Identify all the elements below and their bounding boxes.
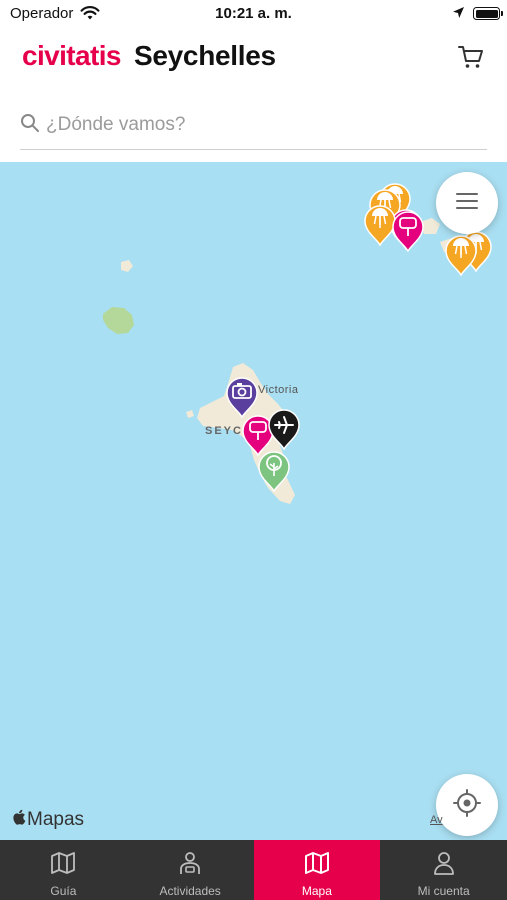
search-icon (20, 113, 40, 138)
destination-title: Seychelles (134, 40, 276, 71)
maps-attribution-text: Mapas (27, 809, 85, 830)
app-header: civitatis Seychelles (0, 30, 507, 88)
tab-label: Actividades (159, 884, 221, 898)
map-pin-photo[interactable] (225, 376, 259, 419)
map-view[interactable]: Victoria SEYC Mapas Av (0, 162, 507, 840)
crosshair-icon (452, 788, 482, 823)
map-menu-button[interactable] (436, 172, 498, 234)
map-icon (304, 851, 330, 880)
status-bar: Operador 10:21 a. m. (0, 0, 507, 30)
tab-guia[interactable]: Guía (0, 840, 127, 900)
bottom-tab-bar: Guía Actividades Mapa Mi cuenta (0, 840, 507, 900)
map-label-country: SEYC (205, 425, 243, 437)
legal-link[interactable]: Av (430, 814, 443, 826)
tab-mapa[interactable]: Mapa (253, 840, 381, 900)
search-bar[interactable] (20, 104, 487, 150)
tab-label: Mi cuenta (417, 884, 470, 898)
activities-person-icon (177, 851, 203, 880)
map-pin-nature[interactable] (257, 450, 291, 493)
location-arrow-icon (452, 6, 465, 24)
hamburger-icon (456, 192, 478, 215)
tab-actividades[interactable]: Actividades (127, 840, 254, 900)
battery-icon (473, 7, 503, 20)
cart-icon[interactable] (456, 42, 486, 72)
apple-logo-icon (12, 809, 26, 831)
user-icon (431, 851, 457, 880)
map-pin-airport[interactable] (267, 408, 301, 451)
search-input[interactable] (46, 110, 466, 140)
maps-attribution: Mapas (12, 809, 84, 831)
brand-logo[interactable]: civitatis (22, 40, 121, 72)
map-islands (103, 206, 462, 504)
map-pin-beach[interactable] (444, 234, 478, 277)
status-time: 10:21 a. m. (215, 5, 292, 22)
locate-me-button[interactable] (436, 774, 498, 836)
map-label-victoria: Victoria (258, 384, 299, 396)
tab-label: Mapa (301, 884, 332, 898)
map-pin-sightseeing[interactable] (391, 210, 425, 253)
guide-map-icon (50, 851, 76, 880)
tab-mi-cuenta[interactable]: Mi cuenta (380, 840, 507, 900)
tab-label: Guía (50, 884, 77, 898)
